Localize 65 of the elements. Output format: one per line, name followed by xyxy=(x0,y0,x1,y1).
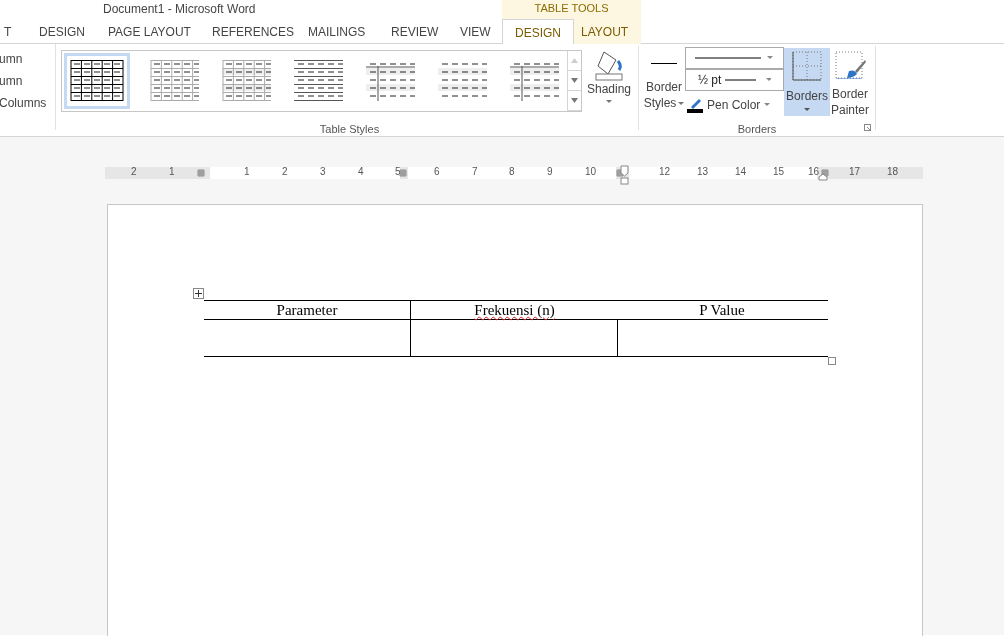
table-header-cell[interactable]: Frekuensi (n) xyxy=(411,301,618,319)
ruler-number: 5 xyxy=(395,166,401,178)
window-title: Document1 - Microsoft Word xyxy=(103,1,256,18)
indent-marker-icon[interactable] xyxy=(620,165,630,187)
ruler-number: 15 xyxy=(773,166,785,178)
ruler-number: 12 xyxy=(659,166,671,178)
ribbon-tab[interactable]: T xyxy=(0,19,24,44)
group-label: Borders xyxy=(736,122,778,137)
ribbon-option-label[interactable]: umn xyxy=(0,73,55,89)
ruler-number: 4 xyxy=(358,166,364,178)
column-marker-icon[interactable] xyxy=(399,169,407,177)
column-marker-icon[interactable] xyxy=(821,169,829,177)
dropdown-caret-icon xyxy=(764,103,771,107)
line-weight-dropdown[interactable]: ½ pt xyxy=(685,69,784,91)
line-style-dropdown[interactable] xyxy=(685,47,784,69)
column-marker-icon[interactable] xyxy=(616,169,624,177)
ruler-number: 1 xyxy=(169,166,175,178)
ribbon-tab[interactable]: PAGE LAYOUT xyxy=(96,19,203,44)
ribbon-tab[interactable]: DESIGN xyxy=(27,19,97,44)
ruler-number: 6 xyxy=(434,166,440,178)
ruler-number: 2 xyxy=(282,166,288,178)
table-header-cell[interactable]: P Value xyxy=(618,301,826,319)
pen-icon xyxy=(687,97,703,113)
borders-button[interactable]: Borders xyxy=(784,48,830,116)
ruler-number: 3 xyxy=(320,166,326,178)
column-marker-icon[interactable] xyxy=(197,169,205,177)
ruler-number: 9 xyxy=(547,166,553,178)
ruler-number: 8 xyxy=(509,166,515,178)
ruler-number: 13 xyxy=(697,166,709,178)
solid-line-icon xyxy=(725,78,757,82)
ribbon-option-label[interactable]: Columns xyxy=(0,95,55,111)
paint-bucket-icon xyxy=(592,48,626,82)
ribbon-tab[interactable]: REVIEW xyxy=(379,19,451,44)
table-resize-handle-icon[interactable] xyxy=(828,357,836,365)
horizontal-ruler[interactable]: 2 1 1 2 3 4 5 6 7 8 9 10 12 13 14 15 16 17 18 xyxy=(105,167,923,179)
ruler-number: 2 xyxy=(131,166,137,178)
ruler-number: 16 xyxy=(808,166,820,178)
ruler-number: 7 xyxy=(472,166,478,178)
group-label: Table Styles xyxy=(318,122,381,137)
ribbon-option-label[interactable]: umn xyxy=(0,51,55,67)
borders-grid-icon xyxy=(792,51,822,81)
table-header-cell[interactable]: Parameter xyxy=(204,301,411,319)
right-indent-marker-icon[interactable] xyxy=(818,173,828,181)
ribbon-tab[interactable]: VIEW xyxy=(448,19,503,44)
dropdown-caret-icon xyxy=(766,78,771,82)
ruler-number: 1 xyxy=(244,166,250,178)
dialog-launcher-icon[interactable] xyxy=(864,124,871,131)
table-style-thumbnail[interactable] xyxy=(64,53,130,109)
border-painter-button[interactable]: Border Painter xyxy=(830,48,870,118)
contextual-tab-title: TABLE TOOLS xyxy=(533,1,610,16)
table-move-handle-icon[interactable] xyxy=(193,288,204,299)
solid-line-icon xyxy=(695,56,761,60)
ribbon-tab[interactable]: DESIGN xyxy=(502,19,574,45)
dropdown-caret-icon xyxy=(606,100,612,103)
ruler-number: 10 xyxy=(585,166,597,178)
pen-color-button[interactable]: Pen Color xyxy=(687,96,771,114)
ruler-number: 18 xyxy=(887,166,899,178)
ruler-number: 14 xyxy=(735,166,747,178)
dropdown-caret-icon xyxy=(767,56,773,60)
shading-button[interactable]: Shading xyxy=(584,48,634,130)
ruler-number: 17 xyxy=(849,166,861,178)
dropdown-caret-icon xyxy=(804,108,810,112)
line-style-icon xyxy=(651,63,677,64)
dropdown-caret-icon xyxy=(678,101,685,105)
border-painter-icon xyxy=(833,51,867,79)
